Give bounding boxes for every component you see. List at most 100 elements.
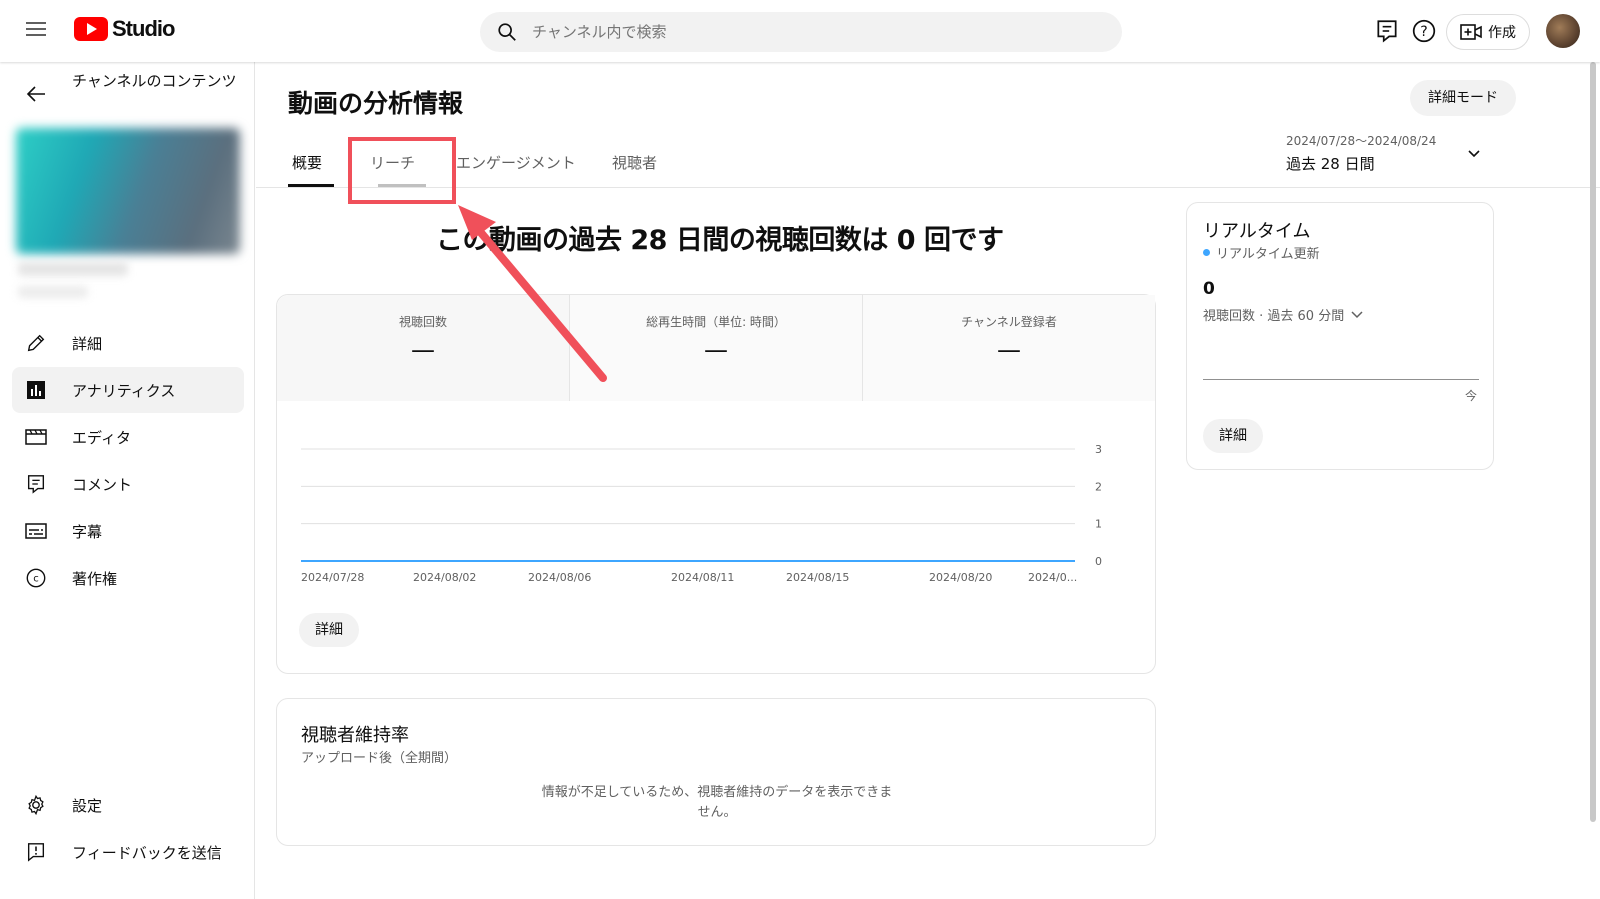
realtime-baseline xyxy=(1203,379,1479,380)
tab-engagement[interactable]: エンゲージメント xyxy=(456,152,576,173)
sidebar-item-label: アナリティクス xyxy=(72,381,176,400)
headline-views: この動画の過去 28 日間の視聴回数は 0 回です xyxy=(436,225,1004,256)
x-tick-label: 2024/08/20 xyxy=(929,571,992,584)
studio-logo[interactable]: Studio xyxy=(74,16,175,42)
metric-watch-time[interactable]: 総再生時間（単位: 時間） — xyxy=(570,295,863,401)
retention-message-line1: 情報が不足しているため、視聴者維持のデータを表示できま xyxy=(541,785,893,800)
x-tick-label: 2024/08/02 xyxy=(413,571,476,584)
retention-card: 視聴者維持率 アップロード後（全期間） 情報が不足しているため、視聴者維持のデー… xyxy=(276,698,1156,846)
sidebar-item-label: 詳細 xyxy=(72,334,103,353)
y-tick-label: 1 xyxy=(1095,518,1102,531)
metric-value: — xyxy=(704,336,728,364)
realtime-title: リアルタイム xyxy=(1203,221,1311,242)
editor-icon xyxy=(24,425,48,449)
retention-title: 視聴者維持率 xyxy=(301,725,409,746)
metrics-row: 視聴回数 — 総再生時間（単位: 時間） — チャンネル登録者 — xyxy=(277,295,1155,401)
svg-text:?: ? xyxy=(1420,24,1427,40)
create-button[interactable]: 作成 xyxy=(1446,14,1530,50)
date-range-dates: 2024/07/28〜2024/08/24 xyxy=(1286,134,1437,148)
create-video-icon xyxy=(1460,24,1482,40)
avatar[interactable] xyxy=(1546,14,1580,48)
y-tick-label: 0 xyxy=(1095,555,1102,568)
video-title-blurred xyxy=(18,262,128,276)
overview-card: 視聴回数 — 総再生時間（単位: 時間） — チャンネル登録者 — 0 1 2 3 20… xyxy=(276,294,1156,674)
x-tick-label: 2024/0... xyxy=(1028,571,1077,584)
realtime-subtitle: リアルタイム更新 xyxy=(1216,247,1320,262)
sidebar-item-editor[interactable]: エディタ xyxy=(12,414,244,460)
search-icon xyxy=(498,23,516,41)
detail-mode-button[interactable]: 詳細モード xyxy=(1410,80,1516,116)
y-tick-label: 3 xyxy=(1095,443,1102,456)
views-line-chart: 0 1 2 3 2024/07/28 2024/08/02 2024/08/06 2024/0… xyxy=(301,443,1102,584)
logo-text: Studio xyxy=(112,16,175,41)
search-bar[interactable] xyxy=(480,12,1122,52)
sidebar-item-label: 著作権 xyxy=(72,569,118,588)
comment-icon xyxy=(24,472,48,496)
chevron-down-icon xyxy=(1351,310,1363,318)
retention-subtitle: アップロード後（全期間） xyxy=(301,751,458,766)
gear-icon xyxy=(24,793,48,817)
metric-views[interactable]: 視聴回数 — xyxy=(277,295,570,401)
svg-text:c: c xyxy=(33,574,39,585)
scrollbar[interactable] xyxy=(1590,62,1596,822)
video-subtitle-blurred xyxy=(18,286,88,298)
x-tick-label: 2024/07/28 xyxy=(301,571,364,584)
metric-value: — xyxy=(997,336,1021,364)
sidebar-item-subtitles[interactable]: 字幕 xyxy=(12,508,244,554)
sidebar-item-label: 字幕 xyxy=(72,522,103,541)
metric-value: — xyxy=(411,336,435,364)
realtime-value: 0 xyxy=(1203,279,1215,299)
sidebar-item-analytics[interactable]: アナリティクス xyxy=(12,367,244,413)
overview-detail-button[interactable]: 詳細 xyxy=(299,613,359,647)
metric-subscribers[interactable]: チャンネル登録者 — xyxy=(863,295,1155,401)
copyright-icon: c xyxy=(24,566,48,590)
realtime-metric-label: 視聴回数 · 過去 60 分間 xyxy=(1203,309,1345,324)
sidebar-item-copyright[interactable]: c 著作権 xyxy=(12,555,244,601)
live-dot-icon xyxy=(1203,249,1210,256)
sidebar-item-label: エディタ xyxy=(72,428,131,447)
video-thumbnail[interactable] xyxy=(16,128,240,254)
retention-message: 情報が不足しているため、視聴者維持のデータを表示できま せん。 xyxy=(527,783,907,823)
feedback-icon xyxy=(24,840,48,864)
top-bar: Studio ? 作成 xyxy=(0,0,1600,62)
menu-icon[interactable] xyxy=(24,18,48,42)
help-icon[interactable]: ? xyxy=(1411,18,1437,44)
sidebar-title: チャンネルのコンテンツ xyxy=(72,72,237,90)
realtime-metric-selector[interactable]: 視聴回数 · 過去 60 分間 xyxy=(1203,305,1364,324)
main-content: 動画の分析情報 詳細モード 概要 リーチ エンゲージメント 視聴者 2024/0… xyxy=(256,62,1600,899)
realtime-detail-button[interactable]: 詳細 xyxy=(1203,419,1263,453)
sidebar-item-label: コメント xyxy=(72,475,133,494)
search-input[interactable] xyxy=(532,23,1092,41)
page-title: 動画の分析情報 xyxy=(288,89,464,118)
analytics-icon xyxy=(24,378,48,402)
pencil-icon xyxy=(24,331,48,355)
sidebar-item-feedback[interactable]: フィードバックを送信 xyxy=(12,829,244,875)
sidebar-item-comments[interactable]: コメント xyxy=(12,461,244,507)
create-label: 作成 xyxy=(1488,25,1516,41)
highlight-box xyxy=(348,137,456,204)
x-tick-label: 2024/08/11 xyxy=(671,571,734,584)
sidebar-item-label: フィードバックを送信 xyxy=(72,843,222,862)
realtime-card: リアルタイム リアルタイム更新 0 視聴回数 · 過去 60 分間 今 詳細 xyxy=(1186,202,1494,470)
sidebar: チャンネルのコンテンツ 詳細 アナリティクス エディタ コメント 字幕 c 著作… xyxy=(0,62,255,899)
metric-label: 視聴回数 xyxy=(398,315,447,329)
tab-audience[interactable]: 視聴者 xyxy=(612,152,657,173)
realtime-now-label: 今 xyxy=(1465,389,1478,403)
sidebar-item-details[interactable]: 詳細 xyxy=(12,320,244,366)
chevron-down-icon[interactable] xyxy=(1466,146,1482,162)
retention-message-line2: せん。 xyxy=(697,805,737,820)
date-range-selector[interactable]: 2024/07/28〜2024/08/24 過去 28 日間 xyxy=(1286,132,1436,174)
messages-icon[interactable] xyxy=(1374,18,1400,44)
sidebar-item-settings[interactable]: 設定 xyxy=(12,782,244,828)
x-tick-label: 2024/08/06 xyxy=(528,571,591,584)
metric-label: チャンネル登録者 xyxy=(961,315,1057,329)
sidebar-item-label: 設定 xyxy=(72,796,103,815)
realtime-subtitle-row: リアルタイム更新 xyxy=(1203,243,1320,262)
youtube-logo-icon xyxy=(74,17,108,41)
metric-label: 総再生時間（単位: 時間） xyxy=(646,315,786,329)
back-arrow-icon[interactable] xyxy=(24,82,48,106)
tab-overview[interactable]: 概要 xyxy=(292,152,322,173)
date-range-label: 過去 28 日間 xyxy=(1286,155,1375,173)
x-tick-label: 2024/08/15 xyxy=(786,571,849,584)
y-tick-label: 2 xyxy=(1095,480,1102,493)
